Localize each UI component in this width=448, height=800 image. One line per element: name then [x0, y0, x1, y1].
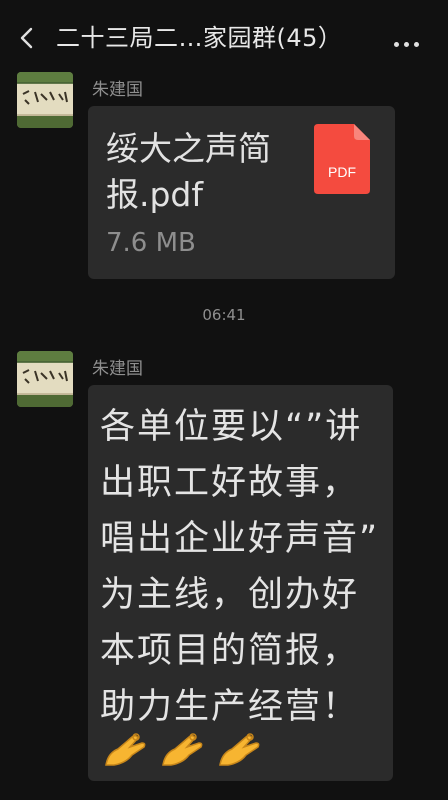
- ok-hand-icon: [162, 733, 203, 766]
- chat-title: 二十三局二…家园群(45）: [56, 24, 343, 52]
- message-line: 为主线，创办好: [100, 575, 360, 615]
- emoji-row: [102, 725, 268, 771]
- chat-header: 二十三局二…家园群(45）: [0, 0, 448, 76]
- file-message[interactable]: 绥大之声简 报.pdf 7.6 MB PDF: [88, 106, 395, 279]
- message-text: 各单位要以“”讲 出职工好故事， 唱出企业好声音” 为主线，创办好 本项目的简报…: [100, 399, 390, 735]
- message-line: 唱出企业好声音”: [100, 519, 380, 559]
- avatar[interactable]: [17, 72, 73, 128]
- pdf-badge-label: PDF: [328, 164, 356, 180]
- more-dots-icon[interactable]: [394, 32, 424, 47]
- file-size: 7.6 MB: [106, 228, 196, 258]
- pdf-file-icon: PDF: [314, 124, 370, 194]
- ok-hand-icon: [105, 733, 146, 766]
- file-name-line: 报.pdf: [106, 175, 204, 214]
- message-line: 出职工好故事，: [100, 463, 360, 503]
- message-line: 各单位要以“”讲: [100, 407, 363, 447]
- sender-name: 朱建国: [92, 80, 143, 100]
- timestamp: 06:41: [202, 306, 246, 324]
- file-name: 绥大之声简 报.pdf: [106, 126, 306, 218]
- ok-hand-icon: [219, 733, 260, 766]
- message-line: 本项目的简报，: [100, 631, 360, 671]
- text-message[interactable]: 各单位要以“”讲 出职工好故事， 唱出企业好声音” 为主线，创办好 本项目的简报…: [88, 385, 393, 781]
- sender-name: 朱建国: [92, 359, 143, 379]
- chevron-left-icon[interactable]: [14, 24, 42, 52]
- file-name-line: 绥大之声简: [106, 129, 271, 168]
- avatar[interactable]: [17, 351, 73, 407]
